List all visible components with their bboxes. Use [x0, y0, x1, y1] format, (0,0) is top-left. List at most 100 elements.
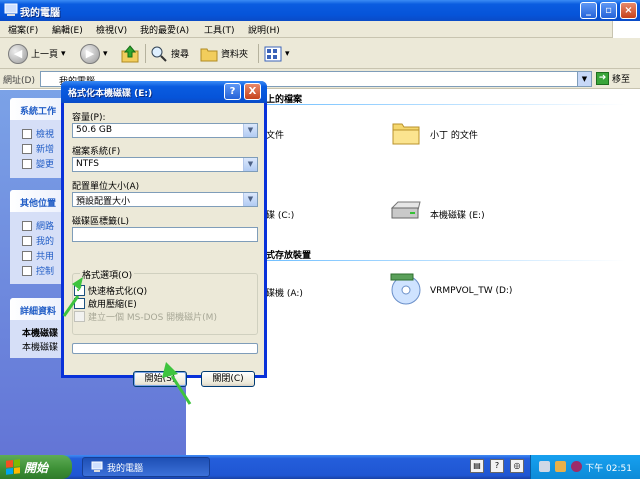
filesystem-value: NTFS	[76, 159, 99, 169]
search-button[interactable]: 搜尋	[150, 42, 189, 65]
capacity-select[interactable]: 50.6 GB ▼	[72, 123, 258, 138]
maximize-button[interactable]: ▫	[600, 2, 617, 19]
volume-label-label: 磁碟區標籤(L)	[72, 217, 130, 227]
minimize-button[interactable]: _	[580, 2, 597, 19]
dialog-title: 格式化本機磁碟 (E:)	[68, 89, 153, 99]
go-label: 移至	[612, 75, 631, 85]
search-label: 搜尋	[171, 50, 190, 60]
media-icon[interactable]: ◎	[510, 459, 524, 473]
documents-icon	[22, 235, 32, 246]
folder-icon[interactable]	[391, 120, 421, 146]
my-computer-icon	[4, 3, 18, 16]
chevron-down-icon[interactable]: ▼	[243, 158, 257, 171]
chevron-down-icon[interactable]: ▼	[243, 124, 257, 137]
msdos-boot-checkbox	[74, 311, 85, 322]
shared-documents-label[interactable]: 文件	[266, 128, 284, 141]
system-tray: 下午 02:51	[530, 455, 640, 479]
drive-e-label[interactable]: 本機磁碟 (E:)	[430, 208, 485, 221]
shared-folder-icon	[22, 250, 32, 261]
format-options-label: 格式選項(O)	[80, 268, 135, 281]
volume-label-input[interactable]	[72, 227, 258, 242]
cd-drive-label[interactable]: VRMPVOL_TW (D:)	[430, 286, 512, 296]
views-icon	[264, 46, 282, 61]
start-button[interactable]: 開始	[0, 455, 72, 479]
go-arrow-icon: ➜	[596, 72, 609, 85]
forward-button[interactable]: ▶ ▾	[80, 42, 108, 65]
chevron-down-icon[interactable]: ▼	[243, 193, 257, 206]
help-icon[interactable]: ?	[490, 459, 504, 473]
windows-flag-icon	[6, 459, 20, 475]
security-tray-icon[interactable]	[555, 461, 566, 472]
desktop-icon[interactable]: ▤	[470, 459, 484, 473]
search-icon	[151, 46, 167, 62]
start-format-button[interactable]: 開始(S)	[133, 371, 187, 387]
compression-checkbox[interactable]	[74, 298, 85, 309]
folders-button[interactable]: 資料夾	[200, 42, 248, 65]
clock: 下午 02:51	[585, 464, 632, 474]
compression-option[interactable]: 啟用壓縮(E)	[74, 297, 137, 310]
capacity-value: 50.6 GB	[76, 125, 113, 135]
menu-tools[interactable]: 工具(T)	[204, 23, 235, 36]
dialog-close-button[interactable]: X	[244, 83, 261, 100]
taskbar-my-computer-label: 我的電腦	[107, 463, 144, 474]
quick-format-checkbox[interactable]: ✓	[74, 285, 85, 296]
address-dropdown-button[interactable]: ▼	[577, 72, 591, 86]
format-options-group: 格式選項(O) ✓ 快速格式化(Q) 啟用壓縮(E) 建立一個 MS-DOS 開…	[72, 268, 258, 335]
close-dialog-button[interactable]: 關閉(C)	[201, 371, 255, 387]
folder-icon	[200, 48, 218, 61]
menu-help[interactable]: 說明(H)	[248, 23, 280, 36]
back-label: 上一頁	[31, 50, 59, 60]
chevron-down-icon: ▾	[103, 48, 108, 59]
add-remove-icon	[22, 143, 32, 154]
menu-file[interactable]: 檔案(F)	[8, 23, 38, 36]
my-computer-icon	[91, 461, 103, 472]
start-label: 開始	[24, 460, 49, 475]
back-button[interactable]: ◀ 上一頁 ▾	[8, 42, 66, 65]
format-progress-bar	[72, 343, 258, 354]
alloc-unit-value: 預設配置大小	[76, 197, 131, 207]
drive-c-label[interactable]: 碟 (C:)	[266, 208, 294, 221]
user-documents-label[interactable]: 小丁 的文件	[430, 128, 478, 141]
format-dialog: 格式化本機磁碟 (E:) ? X 容量(P): 50.6 GB ▼ 檔案系統(F…	[61, 81, 267, 387]
dialog-titlebar: 格式化本機磁碟 (E:) ? X	[61, 81, 267, 103]
antivirus-tray-icon[interactable]	[571, 461, 582, 472]
help-button[interactable]: ?	[224, 83, 241, 100]
capacity-label: 容量(P):	[72, 113, 106, 123]
quick-format-label: 快速格式化(Q)	[88, 287, 148, 297]
up-folder-button[interactable]	[120, 42, 140, 65]
menu-edit[interactable]: 編輯(E)	[52, 23, 83, 36]
filesystem-label: 檔案系統(F)	[72, 147, 121, 157]
alloc-unit-label: 配置單位大小(A)	[72, 182, 140, 192]
close-button[interactable]: ×	[620, 2, 637, 19]
network-tray-icon[interactable]	[539, 461, 550, 472]
filesystem-select[interactable]: NTFS ▼	[72, 157, 258, 172]
quick-format-option[interactable]: ✓ 快速格式化(Q)	[74, 284, 147, 297]
up-folder-icon	[121, 44, 139, 62]
menu-view[interactable]: 檢視(V)	[96, 23, 127, 36]
dialog-body: 容量(P): 50.6 GB ▼ 檔案系統(F) NTFS ▼ 配置單位大小(A…	[64, 103, 264, 387]
chevron-down-icon: ▾	[285, 48, 290, 59]
chevron-down-icon: ▾	[61, 48, 66, 59]
view-info-icon	[22, 128, 32, 139]
windows-logo-icon	[612, 21, 640, 38]
go-button[interactable]: ➜ 移至	[596, 72, 630, 85]
change-setting-icon	[22, 158, 32, 169]
views-button[interactable]: ▾	[264, 42, 290, 65]
alloc-unit-select[interactable]: 預設配置大小 ▼	[72, 192, 258, 207]
menu-bar: 檔案(F) 編輯(E) 檢視(V) 我的最愛(A) 工具(T) 說明(H)	[0, 21, 640, 38]
window-title: 我的電腦	[20, 8, 60, 19]
forward-arrow-icon: ▶	[80, 43, 100, 64]
menu-favorites[interactable]: 我的最愛(A)	[140, 23, 189, 36]
network-icon	[22, 220, 32, 231]
cd-drive-icon[interactable]	[389, 270, 427, 306]
taskbar-my-computer[interactable]: 我的電腦	[82, 457, 210, 477]
floppy-label[interactable]: 碟機 (A:)	[266, 286, 303, 299]
address-label: 網址(D)	[3, 76, 35, 86]
back-arrow-icon: ◀	[8, 43, 28, 64]
toolbar: ◀ 上一頁 ▾ ▶ ▾ 搜尋 資料夾 ▾	[0, 38, 640, 69]
msdos-boot-option: 建立一個 MS-DOS 開機磁片(M)	[74, 310, 217, 323]
folders-label: 資料夾	[221, 50, 249, 60]
window-titlebar: 我的電腦 _ ▫ ×	[0, 0, 640, 21]
msdos-boot-label: 建立一個 MS-DOS 開機磁片(M)	[88, 313, 217, 323]
hard-drive-icon[interactable]	[388, 200, 424, 222]
